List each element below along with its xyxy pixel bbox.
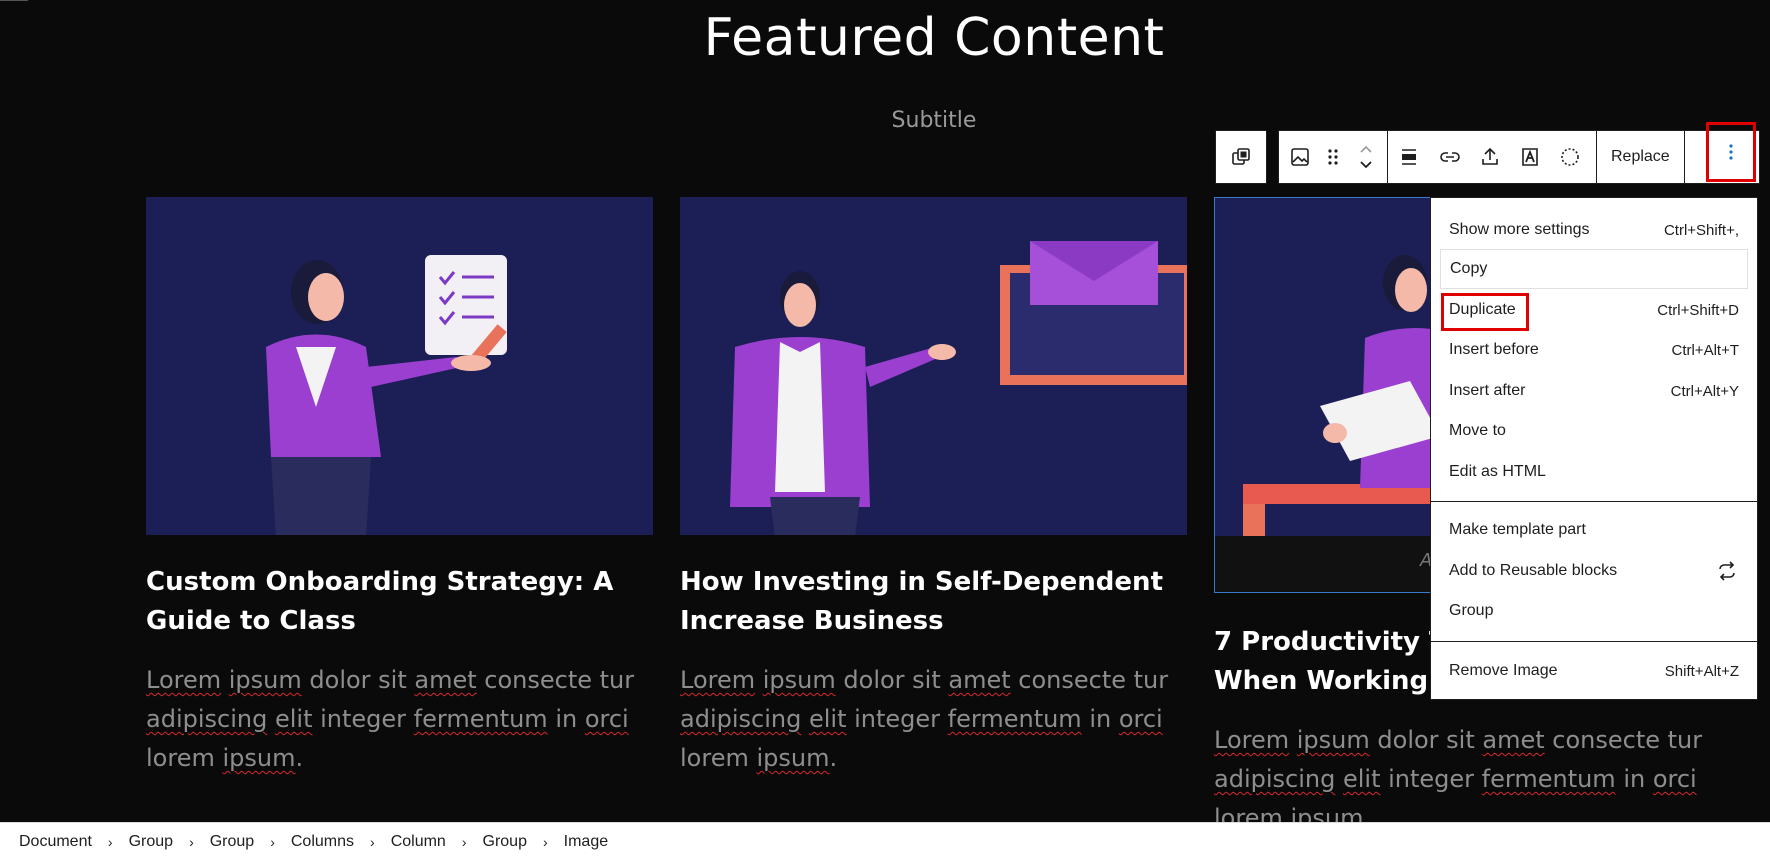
move-down-icon[interactable] bbox=[1357, 157, 1375, 173]
duotone-button[interactable] bbox=[1550, 131, 1590, 183]
breadcrumb-item-group[interactable]: Group bbox=[210, 833, 254, 851]
illustration-woman-checklist bbox=[266, 255, 507, 535]
duotone-icon bbox=[1561, 148, 1579, 166]
menu-item-remove-image[interactable]: Remove Image Shift+Alt+Z bbox=[1449, 653, 1739, 689]
top-edge-line bbox=[0, 0, 28, 1]
menu-item-insert-after[interactable]: Insert after Ctrl+Alt+Y bbox=[1449, 373, 1739, 409]
post-card: Custom Onboarding Strategy: A Guide to C… bbox=[146, 197, 653, 778]
post-card: How Investing in Self-Dependent Increase… bbox=[680, 197, 1187, 778]
upload-icon bbox=[1482, 147, 1498, 165]
menu-divider bbox=[1431, 501, 1757, 502]
post-title[interactable]: Custom Onboarding Strategy: A Guide to C… bbox=[146, 563, 653, 641]
post-excerpt: Lorem ipsum dolor sit amet consecte tur … bbox=[1214, 726, 1703, 832]
select-parent-icon bbox=[1232, 148, 1250, 165]
image-icon bbox=[1291, 148, 1309, 166]
page-title: Featured Content bbox=[703, 8, 1165, 68]
duplicate-highlight bbox=[1441, 293, 1529, 331]
chevron-right-icon: › bbox=[461, 833, 467, 850]
text-overlay-icon bbox=[1522, 148, 1538, 166]
post-image[interactable] bbox=[680, 197, 1187, 535]
move-buttons bbox=[1345, 131, 1387, 183]
text-overlay-button[interactable] bbox=[1510, 131, 1550, 183]
toolbar-divider bbox=[1683, 131, 1685, 183]
post-image[interactable] bbox=[146, 197, 653, 535]
breadcrumb-item-columns[interactable]: Columns bbox=[291, 833, 354, 851]
menu-item-make-template-part[interactable]: Make template part bbox=[1449, 512, 1739, 548]
breadcrumb-item-group[interactable]: Group bbox=[483, 833, 527, 851]
menu-item-show-more-settings[interactable]: Show more settings Ctrl+Shift+, bbox=[1449, 212, 1739, 248]
menu-item-edit-as-html[interactable]: Edit as HTML bbox=[1449, 454, 1739, 490]
breadcrumb: Document › Group › Group › Columns › Col… bbox=[0, 822, 1770, 860]
menu-item-add-to-reusable-blocks[interactable]: Add to Reusable blocks bbox=[1449, 553, 1739, 589]
breadcrumb-item-image: Image bbox=[563, 832, 609, 850]
link-icon bbox=[1440, 152, 1460, 162]
select-parent-button[interactable] bbox=[1215, 130, 1267, 184]
chevron-right-icon: › bbox=[189, 833, 194, 850]
breadcrumb-item-document[interactable]: Document bbox=[19, 833, 92, 851]
align-icon bbox=[1402, 149, 1416, 165]
drag-handle-icon bbox=[1328, 149, 1338, 165]
align-button[interactable] bbox=[1388, 131, 1430, 183]
drag-handle[interactable] bbox=[1321, 131, 1345, 183]
post-excerpt: Lorem ipsum dolor sit amet consecte tur … bbox=[680, 666, 1169, 772]
chevron-right-icon: › bbox=[107, 833, 113, 850]
chevron-right-icon: › bbox=[542, 833, 548, 850]
illustration-man-presentation bbox=[730, 241, 1187, 535]
more-options-button[interactable] bbox=[1706, 122, 1756, 182]
chevron-right-icon: › bbox=[270, 833, 275, 850]
upload-button[interactable] bbox=[1470, 131, 1510, 183]
block-type-button[interactable] bbox=[1279, 131, 1321, 183]
menu-item-insert-before[interactable]: Insert before Ctrl+Alt+T bbox=[1449, 332, 1739, 368]
breadcrumb-item-column[interactable]: Column bbox=[391, 833, 446, 851]
replace-button[interactable]: Replace bbox=[1597, 131, 1684, 183]
menu-divider bbox=[1431, 641, 1757, 642]
post-title[interactable]: How Investing in Self-Dependent Increase… bbox=[680, 563, 1187, 641]
block-options-menu: Show more settings Ctrl+Shift+, Copy Dupl… bbox=[1430, 197, 1758, 700]
move-up-icon[interactable] bbox=[1357, 141, 1375, 157]
block-toolbar: Replace bbox=[1278, 130, 1760, 184]
reusable-block-icon bbox=[1719, 561, 1735, 581]
more-options-icon bbox=[1729, 144, 1733, 160]
menu-item-group[interactable]: Group bbox=[1449, 593, 1739, 629]
menu-item-move-to[interactable]: Move to bbox=[1449, 413, 1739, 449]
chevron-right-icon: › bbox=[370, 833, 375, 850]
post-excerpt: Lorem ipsum dolor sit amet consecte tur … bbox=[146, 666, 635, 772]
menu-item-copy[interactable]: Copy bbox=[1440, 249, 1748, 289]
link-button[interactable] bbox=[1430, 131, 1470, 183]
breadcrumb-item-group[interactable]: Group bbox=[129, 833, 173, 851]
